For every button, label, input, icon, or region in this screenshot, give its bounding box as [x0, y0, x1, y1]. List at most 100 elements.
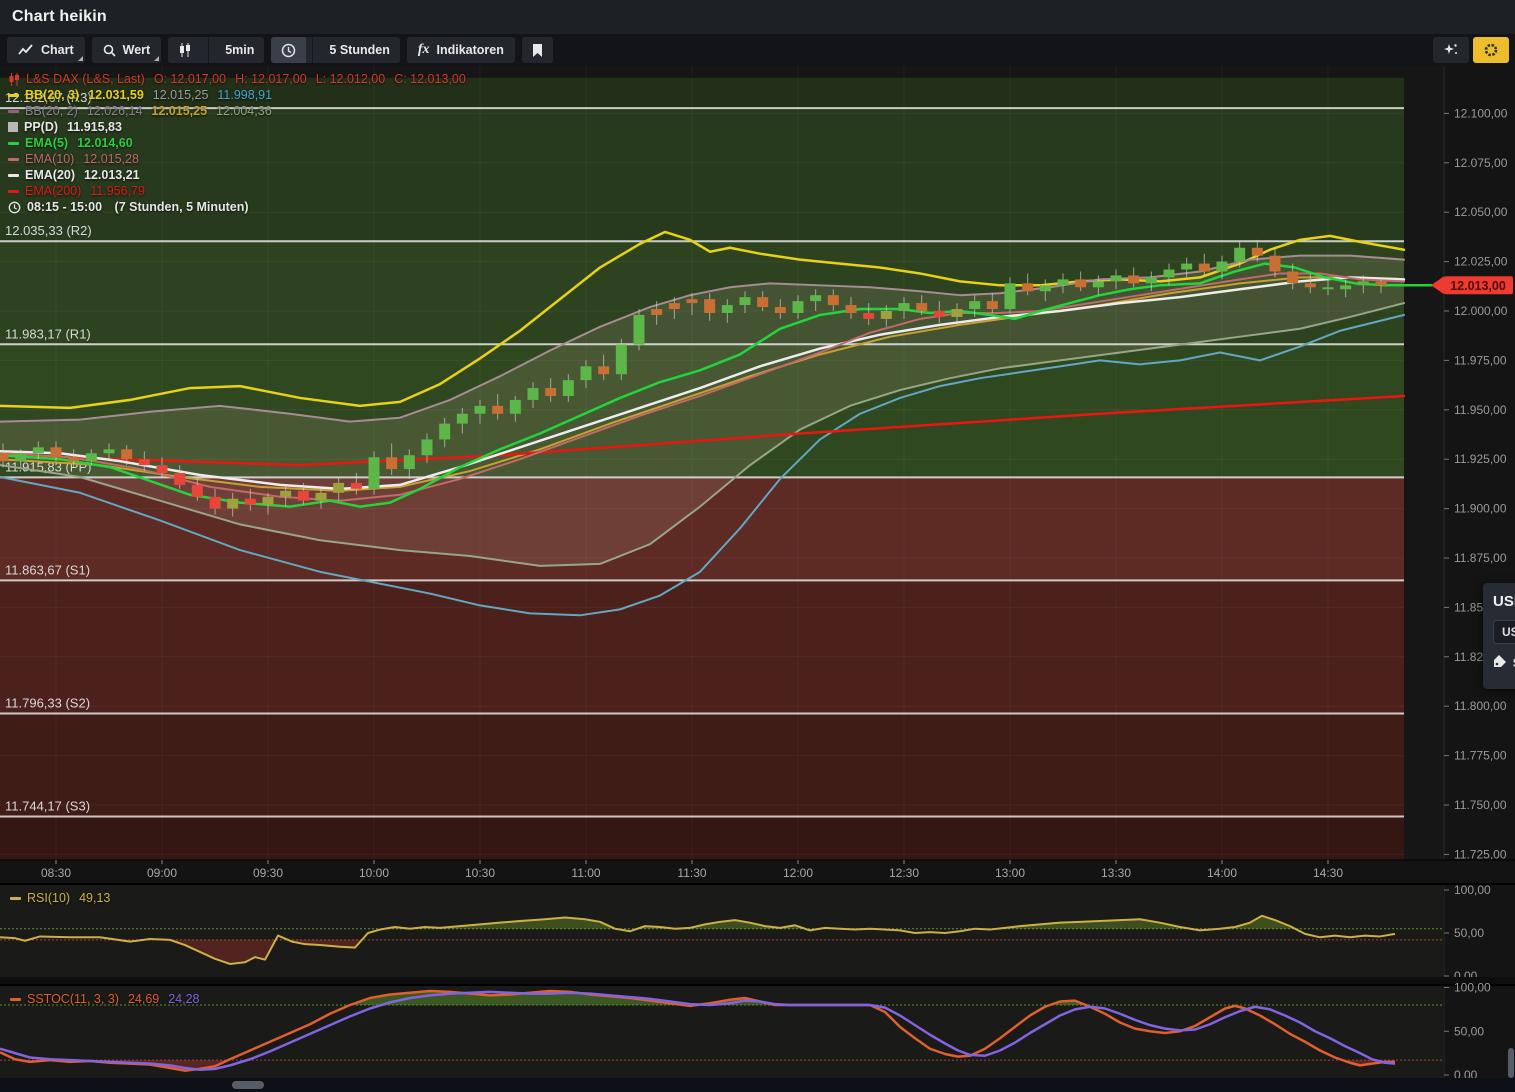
legend-value: BB(20, 2)	[25, 104, 78, 118]
candle	[439, 424, 450, 440]
legend-value: EMA(5)	[25, 136, 68, 150]
candle	[969, 301, 980, 309]
candle	[987, 301, 998, 309]
candle	[245, 499, 256, 505]
time-label: 11:00	[571, 866, 600, 880]
candle	[704, 299, 715, 313]
candle	[1093, 281, 1104, 287]
legend-row-8[interactable]: 08:15 - 15:00 (7 Stunden, 5 Minuten)	[8, 199, 475, 215]
candle	[474, 406, 485, 414]
legend-row-6[interactable]: EMA(20) 12.013,21	[8, 167, 475, 183]
candle	[15, 453, 26, 461]
legend-row-7[interactable]: EMA(200)11.956,79	[8, 183, 475, 199]
candle	[1216, 262, 1227, 272]
candle	[492, 406, 503, 414]
legend-value: RSI(10)	[27, 891, 70, 905]
instrument-popup[interactable]: USD USD $	[1483, 583, 1515, 689]
legend-value: 12.015,25	[153, 88, 209, 102]
legend-value: 12.015,25	[151, 104, 207, 118]
legend-row-1[interactable]: BB(20, 3)12.031,5912.015,2511.998,91	[8, 87, 475, 103]
axis-label: 12.050,00	[1454, 205, 1508, 219]
axis-label: 50,00	[1454, 1024, 1484, 1038]
candle	[633, 315, 644, 345]
horizontal-scrollbar-thumb[interactable]	[232, 1081, 264, 1089]
dash-icon	[10, 897, 21, 900]
pivot-zone	[0, 580, 1404, 713]
axis-label: 11.800,00	[1454, 699, 1507, 713]
legend-value: BB(20, 3)	[25, 88, 79, 102]
axis-label: 11.750,00	[1454, 798, 1507, 812]
indicator-legend-row[interactable]: RSI(10)49,13	[10, 890, 119, 906]
legend-value: 12.031,59	[88, 88, 144, 102]
sstoc-legend: SSTOC(11, 3, 3)24,6924,28	[10, 991, 209, 1007]
legend-row-5[interactable]: EMA(10)12.015,28	[8, 151, 475, 167]
dash-icon	[8, 174, 19, 177]
candle	[934, 311, 945, 317]
dash-icon	[8, 142, 19, 145]
legend-value: 12.013,21	[84, 168, 140, 182]
legend-row-4[interactable]: EMA(5)12.014,60	[8, 135, 475, 151]
candle	[86, 453, 97, 461]
legend-value: EMA(20)	[25, 168, 75, 182]
candle	[810, 295, 821, 301]
candle	[1199, 264, 1210, 272]
pivot-zone	[0, 817, 1404, 860]
candle	[828, 295, 839, 305]
candle	[686, 299, 697, 303]
legend-row-3[interactable]: PP(D)11.915,83	[8, 119, 475, 135]
clock-icon	[8, 201, 21, 214]
time-label: 13:00	[995, 866, 1025, 880]
axis-label: 11.725,00	[1454, 847, 1507, 861]
axis-label: 11.925,00	[1454, 452, 1507, 466]
candle	[1234, 248, 1245, 262]
candle	[669, 303, 680, 309]
candle	[174, 473, 185, 485]
time-label: 14:00	[1207, 866, 1237, 880]
candle	[598, 366, 609, 374]
candle	[1128, 275, 1139, 283]
axis-label: 100,00	[1454, 883, 1491, 897]
legend-row-0[interactable]: L&S DAX (L&S, Last)O: 12.017,00H: 12.017…	[8, 71, 475, 87]
popup-title: USD	[1493, 593, 1515, 610]
candle	[333, 483, 344, 493]
candle	[0, 453, 9, 461]
legend-value: 24,69	[128, 992, 159, 1006]
pivot-label: 12.035,33 (R2)	[5, 223, 92, 238]
axis-label: 12.000,00	[1454, 304, 1508, 318]
main-chart-legend: L&S DAX (L&S, Last)O: 12.017,00H: 12.017…	[8, 71, 475, 215]
legend-row-2[interactable]: BB(20, 2)12.026,1412.015,2512.004,36	[8, 103, 475, 119]
candle	[527, 388, 538, 400]
time-label: 10:00	[359, 866, 389, 880]
legend-value: EMA(200)	[25, 184, 81, 198]
svg-text:12.013,00: 12.013,00	[1450, 279, 1506, 293]
candle	[351, 483, 362, 489]
candle	[651, 309, 662, 315]
legend-value: (7 Stunden, 5 Minuten)	[111, 200, 249, 214]
candle	[563, 380, 574, 396]
legend-value: 12.015,28	[83, 152, 139, 166]
legend-value: 12.004,36	[216, 104, 272, 118]
axis-label: 12.075,00	[1454, 156, 1508, 170]
time-label: 13:30	[1101, 866, 1131, 880]
legend-value: O: 12.017,00	[154, 72, 226, 86]
legend-value: L&S DAX (L&S, Last)	[26, 72, 145, 86]
candle	[1040, 285, 1051, 291]
candle	[775, 307, 786, 313]
popup-item[interactable]: USD	[1493, 620, 1515, 644]
candle	[1287, 271, 1298, 283]
dash-icon	[10, 998, 21, 1001]
popup-tag-row[interactable]: $	[1493, 654, 1515, 671]
candle	[262, 497, 273, 505]
pivot-label: 11.863,67 (S1)	[5, 562, 90, 577]
candle	[1181, 264, 1192, 270]
candle	[545, 388, 556, 396]
candle	[1075, 279, 1086, 287]
legend-value: 11.915,83	[67, 120, 122, 134]
candle	[33, 447, 44, 453]
candle	[156, 465, 167, 473]
candle	[280, 491, 291, 497]
indicator-legend-row[interactable]: SSTOC(11, 3, 3)24,6924,28	[10, 991, 209, 1007]
vertical-scrollbar-thumb[interactable]	[1508, 1048, 1514, 1078]
axis-label: 11.875,00	[1454, 551, 1507, 565]
candle	[315, 493, 326, 501]
